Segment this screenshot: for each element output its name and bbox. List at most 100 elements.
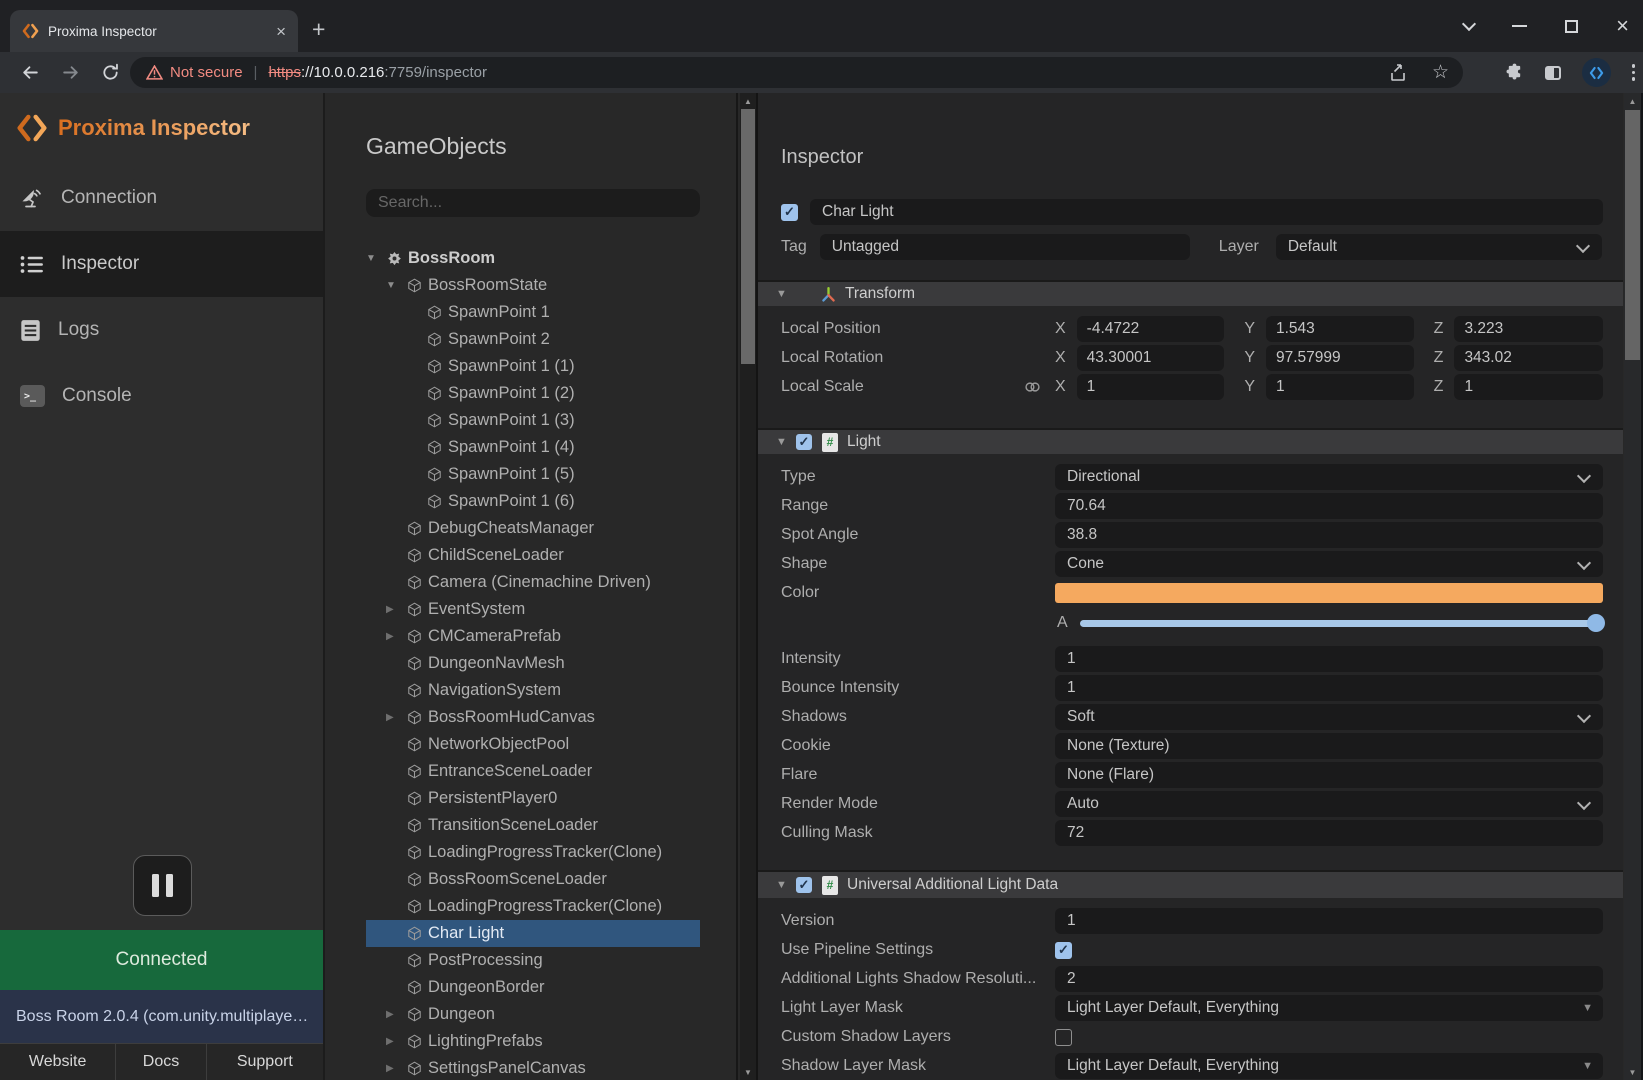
flare-field[interactable]: None (Flare) <box>1055 762 1603 788</box>
tree-item[interactable]: BossRoomSceneLoader <box>366 866 700 893</box>
rotation-x-field[interactable]: 43.30001 <box>1077 345 1225 371</box>
uald-enabled-checkbox[interactable] <box>796 877 812 893</box>
scroll-down-icon[interactable]: ▼ <box>740 1064 756 1080</box>
sidebar-item-logs[interactable]: Logs <box>0 297 323 363</box>
tree-item[interactable]: ▶LightingPrefabs <box>366 1028 700 1055</box>
tab-close-icon[interactable]: × <box>276 23 286 40</box>
shadow-layer-mask-select[interactable]: Light Layer Default, Everything <box>1055 1053 1603 1079</box>
side-panel-icon[interactable] <box>1545 66 1561 80</box>
scale-x-field[interactable]: 1 <box>1077 374 1225 400</box>
tree-item[interactable]: SpawnPoint 1 (5) <box>366 461 700 488</box>
tree-item[interactable]: PersistentPlayer0 <box>366 785 700 812</box>
window-maximize-icon[interactable] <box>1565 20 1578 33</box>
pause-button[interactable] <box>133 855 192 916</box>
shape-select[interactable]: Cone <box>1055 551 1603 577</box>
footer-link-docs[interactable]: Docs <box>116 1044 206 1080</box>
window-minimize-icon[interactable] <box>1512 25 1527 27</box>
browser-menu-icon[interactable] <box>1632 64 1636 81</box>
forward-button[interactable] <box>52 52 88 93</box>
share-icon[interactable] <box>1388 63 1408 83</box>
new-tab-button[interactable]: + <box>312 16 325 43</box>
tree-item[interactable]: SpawnPoint 1 (3) <box>366 407 700 434</box>
tree-item[interactable]: ▶CMCameraPrefab <box>366 623 700 650</box>
tree-item[interactable]: SpawnPoint 1 (4) <box>366 434 700 461</box>
tree-item[interactable]: Camera (Cinemachine Driven) <box>366 569 700 596</box>
chevron-right-icon[interactable]: ▶ <box>386 1009 407 1020</box>
tree-item[interactable]: SpawnPoint 1 (1) <box>366 353 700 380</box>
scrollbar-thumb[interactable] <box>741 109 755 364</box>
inspector-scrollbar[interactable]: ▲ ▼ <box>1624 93 1641 1080</box>
scale-link-icon[interactable] <box>1024 381 1055 393</box>
sidebar-item-inspector[interactable]: Inspector <box>0 231 323 297</box>
tree-item[interactable]: SpawnPoint 1 (2) <box>366 380 700 407</box>
use-pipeline-checkbox[interactable] <box>1055 942 1072 959</box>
chevron-right-icon[interactable]: ▶ <box>386 1063 407 1074</box>
alpha-slider[interactable] <box>1080 620 1603 627</box>
chevron-right-icon[interactable]: ▶ <box>386 1036 407 1047</box>
position-z-field[interactable]: 3.223 <box>1454 316 1603 342</box>
back-button[interactable] <box>12 52 48 93</box>
tree-item[interactable]: DungeonBorder <box>366 974 700 1001</box>
tree-item[interactable]: ▶BossRoomHudCanvas <box>366 704 700 731</box>
scrollbar-thumb[interactable] <box>1625 110 1640 360</box>
search-input[interactable] <box>366 189 700 217</box>
shadows-select[interactable]: Soft <box>1055 704 1603 730</box>
bounce-intensity-field[interactable]: 1 <box>1055 675 1603 701</box>
tree-item[interactable]: EntranceSceneLoader <box>366 758 700 785</box>
tree-item[interactable]: ▼BossRoom <box>366 245 700 272</box>
shadow-resolution-field[interactable]: 2 <box>1055 966 1603 992</box>
render-mode-select[interactable]: Auto <box>1055 791 1603 817</box>
collapse-chevron-icon[interactable]: ▼ <box>776 436 796 448</box>
custom-shadow-layers-checkbox[interactable] <box>1055 1029 1072 1046</box>
light-type-select[interactable]: Directional <box>1055 464 1603 490</box>
transform-section-header[interactable]: ▼ Transform <box>758 280 1623 306</box>
scale-z-field[interactable]: 1 <box>1454 374 1603 400</box>
bookmark-star-icon[interactable]: ☆ <box>1432 61 1449 84</box>
light-layer-mask-select[interactable]: Light Layer Default, Everything <box>1055 995 1603 1021</box>
chevron-right-icon[interactable]: ▶ <box>386 631 407 642</box>
tree-item[interactable]: ▶EventSystem <box>366 596 700 623</box>
tree-item[interactable]: SpawnPoint 1 <box>366 299 700 326</box>
tree-item[interactable]: ▼BossRoomState <box>366 272 700 299</box>
tree-item[interactable]: Char Light <box>366 920 700 947</box>
layer-select[interactable]: Default <box>1276 234 1602 260</box>
position-y-field[interactable]: 1.543 <box>1266 316 1414 342</box>
scale-y-field[interactable]: 1 <box>1266 374 1414 400</box>
tree-item[interactable]: ▶Dungeon <box>366 1001 700 1028</box>
footer-link-website[interactable]: Website <box>0 1044 116 1080</box>
sidebar-item-connection[interactable]: Connection <box>0 165 323 231</box>
scroll-down-icon[interactable]: ▼ <box>1624 1064 1641 1080</box>
range-field[interactable]: 70.64 <box>1055 493 1603 519</box>
spot-angle-field[interactable]: 38.8 <box>1055 522 1603 548</box>
sidebar-item-console[interactable]: >_ Console <box>0 363 323 429</box>
scroll-up-icon[interactable]: ▲ <box>1624 93 1641 109</box>
chevron-down-icon[interactable]: ▼ <box>386 280 407 291</box>
culling-mask-field[interactable]: 72 <box>1055 820 1603 846</box>
tree-item[interactable]: DungeonNavMesh <box>366 650 700 677</box>
tree-item[interactable]: LoadingProgressTracker(Clone) <box>366 839 700 866</box>
chevron-down-icon[interactable]: ▼ <box>366 253 387 264</box>
dev-extension-icon[interactable] <box>1582 58 1611 87</box>
light-section-header[interactable]: ▼ # Light <box>758 428 1623 454</box>
tree-item[interactable]: NavigationSystem <box>366 677 700 704</box>
color-swatch[interactable] <box>1055 583 1603 603</box>
tree-item[interactable]: SpawnPoint 1 (6) <box>366 488 700 515</box>
tree-item[interactable]: PostProcessing <box>366 947 700 974</box>
chevron-right-icon[interactable]: ▶ <box>386 712 407 723</box>
tag-field[interactable]: Untagged <box>820 234 1190 260</box>
light-enabled-checkbox[interactable] <box>796 434 812 450</box>
tree-item[interactable]: LoadingProgressTracker(Clone) <box>366 893 700 920</box>
extensions-puzzle-icon[interactable] <box>1505 63 1524 82</box>
tree-item[interactable]: ChildSceneLoader <box>366 542 700 569</box>
window-close-icon[interactable]: × <box>1616 15 1629 37</box>
address-bar[interactable]: Not secure | https ://10.0.0.216 :7759/i… <box>130 57 1463 88</box>
rotation-z-field[interactable]: 343.02 <box>1454 345 1603 371</box>
tree-item[interactable]: ▶SettingsPanelCanvas <box>366 1055 700 1080</box>
version-field[interactable]: 1 <box>1055 908 1603 934</box>
chevron-right-icon[interactable]: ▶ <box>386 604 407 615</box>
tree-item[interactable]: DebugCheatsManager <box>366 515 700 542</box>
cookie-field[interactable]: None (Texture) <box>1055 733 1603 759</box>
tree-scrollbar[interactable]: ▲ ▼ <box>740 93 756 1080</box>
tree-item[interactable]: TransitionSceneLoader <box>366 812 700 839</box>
tree-item[interactable]: SpawnPoint 2 <box>366 326 700 353</box>
